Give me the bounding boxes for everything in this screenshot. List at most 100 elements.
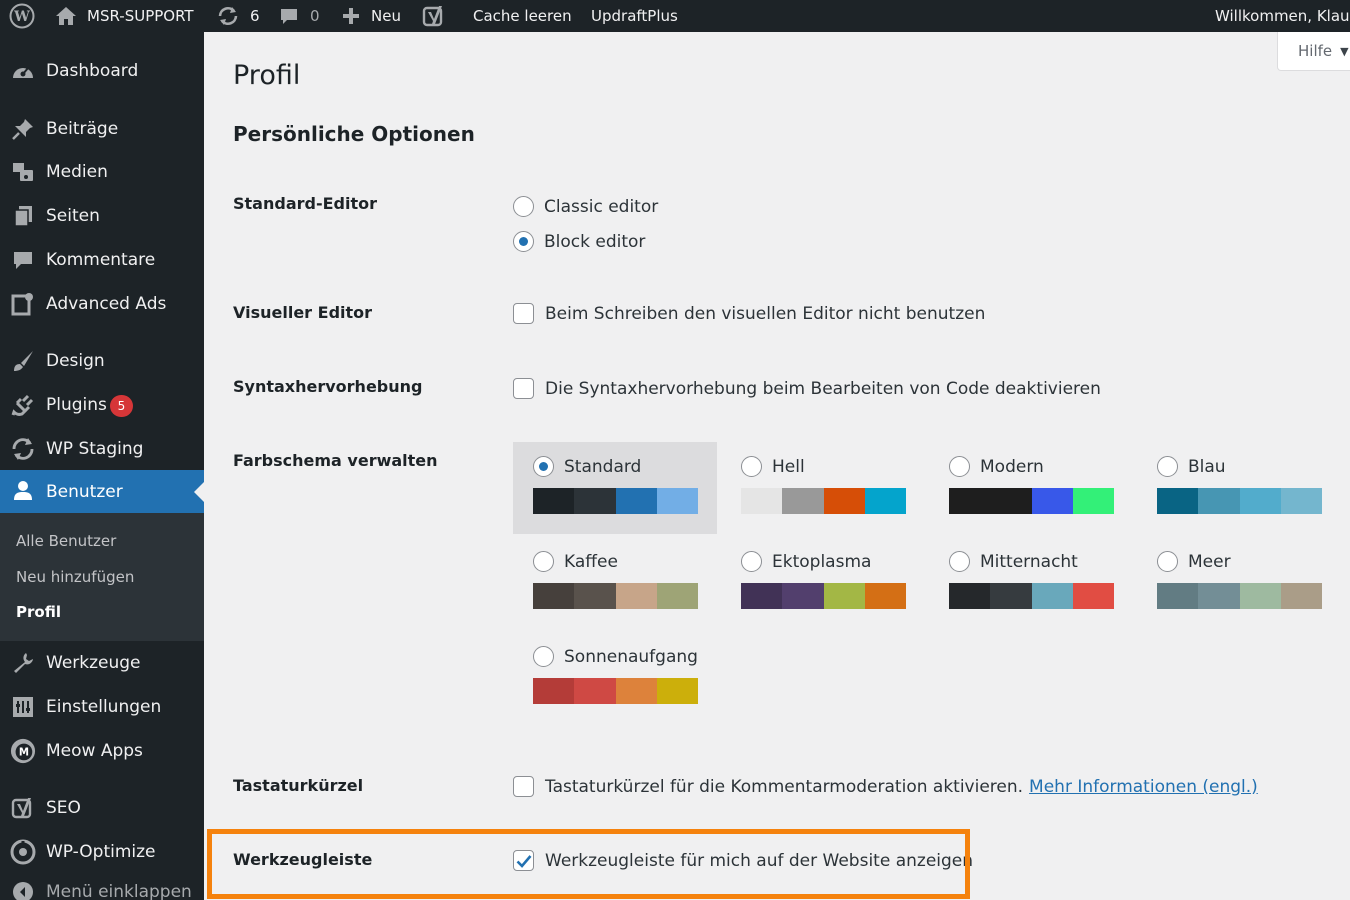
- sidebar-item-label: Plugins: [46, 395, 107, 415]
- color-scheme-radio[interactable]: [949, 456, 970, 477]
- page-title: Profil: [233, 60, 301, 91]
- submenu-profile[interactable]: Profil: [16, 603, 61, 621]
- editor-row-label: Standard-Editor: [233, 194, 377, 213]
- color-scheme-option: Hell: [741, 456, 805, 477]
- color-swatches: [741, 488, 906, 514]
- my-account-link[interactable]: Willkommen, Klaus: [1215, 0, 1350, 32]
- color-scheme-radio[interactable]: [533, 646, 554, 667]
- classic-editor-radio[interactable]: [513, 196, 534, 217]
- sidebar-item-wp-staging[interactable]: WP Staging: [0, 429, 204, 469]
- svg-text:M: M: [19, 748, 29, 759]
- more-info-link[interactable]: Mehr Informationen (engl.): [1029, 777, 1258, 797]
- sidebar-item-seo[interactable]: SEO: [0, 788, 204, 828]
- sidebar-item-design[interactable]: Design: [0, 341, 204, 381]
- color-swatches: [533, 678, 698, 704]
- classic-editor-option[interactable]: Classic editor: [513, 196, 658, 217]
- shortcuts-row-label: Tastaturkürzel: [233, 776, 364, 795]
- syntax-checkbox[interactable]: [513, 378, 534, 399]
- syntax-option[interactable]: Die Syntaxhervorhebung beim Bearbeiten v…: [513, 378, 1101, 399]
- color-swatch: [615, 583, 657, 609]
- block-editor-radio[interactable]: [513, 231, 534, 252]
- color-scheme-kaffee[interactable]: Kaffee: [513, 537, 717, 629]
- sidebar-item-label: Design: [46, 351, 105, 371]
- color-scheme-radio[interactable]: [1157, 456, 1178, 477]
- sidebar-item-plugins[interactable]: Plugins 5: [0, 385, 204, 425]
- color-swatch: [533, 678, 575, 704]
- color-scheme-ektoplasma[interactable]: Ektoplasma: [721, 537, 925, 629]
- color-swatch: [615, 678, 657, 704]
- color-scheme-sonnenaufgang[interactable]: Sonnenaufgang: [513, 632, 717, 724]
- triangle-down-icon: ▼: [1340, 44, 1349, 58]
- updraftplus-link[interactable]: UpdraftPlus: [591, 0, 678, 32]
- new-content-link[interactable]: Neu: [342, 0, 401, 32]
- pages-icon: [10, 204, 36, 228]
- color-swatch: [1031, 583, 1073, 609]
- color-swatch: [864, 583, 906, 609]
- color-swatches: [533, 583, 698, 609]
- sidebar-item-menü-einklappen[interactable]: Menü einklappen: [0, 872, 204, 900]
- color-swatch: [1239, 583, 1281, 609]
- sync-icon: [10, 437, 36, 461]
- color-scheme-row-label: Farbschema verwalten: [233, 451, 438, 470]
- cache-clear-link[interactable]: Cache leeren: [473, 0, 572, 32]
- shortcuts-checkbox[interactable]: [513, 776, 534, 797]
- color-scheme-radio[interactable]: [949, 551, 970, 572]
- color-scheme-blau[interactable]: Blau: [1137, 442, 1341, 534]
- yoast-menu[interactable]: [422, 0, 446, 32]
- comment-icon: [281, 9, 297, 24]
- color-swatch: [741, 583, 783, 609]
- wordpress-logo-icon[interactable]: W: [9, 0, 35, 32]
- sidebar-item-beiträge[interactable]: Beiträge: [0, 109, 204, 149]
- sidebar-item-kommentare[interactable]: Kommentare: [0, 240, 204, 280]
- shortcuts-option[interactable]: Tastaturkürzel für die Kommentarmoderati…: [513, 776, 1258, 797]
- submenu-all-users[interactable]: Alle Benutzer: [16, 532, 116, 550]
- color-scheme-option: Modern: [949, 456, 1044, 477]
- color-swatches: [533, 488, 698, 514]
- sidebar-item-label: Seiten: [46, 206, 100, 226]
- sidebar-item-label: Dashboard: [46, 61, 139, 81]
- site-home-link[interactable]: MSR-SUPPORT: [55, 0, 194, 32]
- admin-bar: W MSR-SUPPORT 6 0 Neu Cache leeren Updra…: [0, 0, 1350, 32]
- visual-editor-row-label: Visueller Editor: [233, 303, 373, 322]
- color-swatches: [1157, 488, 1322, 514]
- sidebar-item-label: Medien: [46, 162, 108, 182]
- visual-editor-checkbox[interactable]: [513, 303, 534, 324]
- color-swatch: [1072, 583, 1114, 609]
- color-scheme-standard[interactable]: Standard: [513, 442, 717, 534]
- sidebar-item-medien[interactable]: Medien: [0, 152, 204, 192]
- sidebar-item-label: Meow Apps: [46, 741, 143, 761]
- color-scheme-radio[interactable]: [533, 456, 554, 477]
- sidebar-item-benutzer[interactable]: Benutzer: [0, 470, 204, 513]
- sidebar-item-wp-optimize[interactable]: WP-Optimize: [0, 832, 204, 872]
- color-scheme-option: Meer: [1157, 551, 1231, 572]
- sidebar-item-meow-apps[interactable]: M Meow Apps: [0, 731, 204, 771]
- color-scheme-meer[interactable]: Meer: [1137, 537, 1341, 629]
- sidebar-item-seiten[interactable]: Seiten: [0, 196, 204, 236]
- color-swatch: [656, 488, 698, 514]
- sidebar-item-werkzeuge[interactable]: Werkzeuge: [0, 643, 204, 683]
- updates-link[interactable]: 6: [216, 0, 260, 32]
- submenu-add-new[interactable]: Neu hinzufügen: [16, 568, 134, 586]
- sidebar-item-dashboard[interactable]: Dashboard: [0, 51, 204, 91]
- cache-label: Cache leeren: [473, 7, 572, 25]
- color-scheme-radio[interactable]: [741, 456, 762, 477]
- settings-icon: [10, 695, 36, 719]
- color-scheme-mitternacht[interactable]: Mitternacht: [929, 537, 1133, 629]
- visual-editor-option[interactable]: Beim Schreiben den visuellen Editor nich…: [513, 303, 985, 324]
- color-scheme-hell[interactable]: Hell: [721, 442, 925, 534]
- section-title: Persönliche Optionen: [233, 122, 475, 146]
- color-scheme-radio[interactable]: [741, 551, 762, 572]
- sidebar-item-advanced-ads[interactable]: Advanced Ads: [0, 284, 204, 324]
- block-editor-option[interactable]: Block editor: [513, 231, 645, 252]
- color-scheme-modern[interactable]: Modern: [929, 442, 1133, 534]
- comments-link[interactable]: 0: [279, 0, 320, 32]
- sidebar-item-einstellungen[interactable]: Einstellungen: [0, 687, 204, 727]
- color-swatch: [864, 488, 906, 514]
- sidebar-item-label: Werkzeuge: [46, 653, 141, 673]
- color-scheme-radio[interactable]: [1157, 551, 1178, 572]
- pin-icon: [10, 117, 36, 141]
- highlight-frame: [207, 829, 970, 899]
- color-scheme-radio[interactable]: [533, 551, 554, 572]
- color-swatch: [574, 678, 616, 704]
- help-tab-button[interactable]: Hilfe ▼: [1277, 32, 1350, 71]
